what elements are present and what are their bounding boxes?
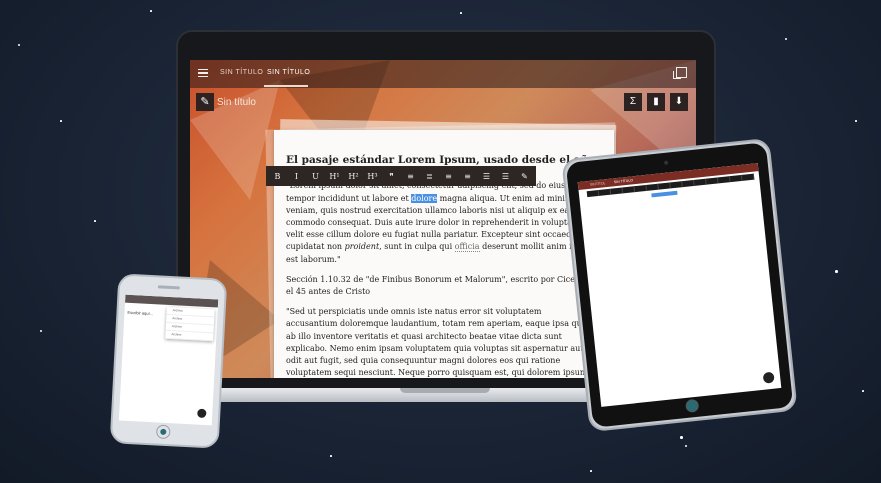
document-title[interactable]: Sin título [217,97,256,108]
tablet-selected-text [651,190,678,198]
star [862,390,864,392]
pencil-icon[interactable]: ✎ [196,93,214,111]
phone-dropdown-menu: Archivo Archivo Archivo Archivo [165,306,215,342]
phone-speaker [157,285,180,290]
tablet-camera [663,160,669,165]
justify-button[interactable]: ≡ [458,172,477,181]
star [330,455,332,457]
phone-editor-placeholder[interactable]: Escribir aquí... [127,310,153,316]
star [785,38,787,40]
tablet-tab-1[interactable]: SINTÍTUL [590,181,606,187]
align-left-button[interactable]: ≡ [401,172,420,181]
selected-text: dolore [411,193,438,203]
heading1-button[interactable]: H¹ [325,172,344,181]
tablet-fab-button[interactable] [762,371,775,384]
heading2-button[interactable]: H² [344,172,363,181]
heading3-button[interactable]: H³ [363,172,382,181]
tablet-tab-2[interactable]: SIN TÍTULO [614,178,634,184]
star [94,220,96,222]
format-toolbar: B I U H¹ H² H³ ❞ ≡ ≣ ≡ ≡ ☰ ☰ ✎ [266,166,536,186]
star [680,436,683,439]
star [40,330,42,332]
tablet-screen: SINTÍTUL SIN TÍTULO [577,163,782,407]
star [460,12,462,14]
download-icon[interactable]: ⬇ [670,93,688,111]
star [590,470,592,472]
star [855,120,857,122]
bullet-list-button[interactable]: ☰ [477,172,496,181]
tab-sin-titulo-2[interactable]: SIN TÍTULO [267,69,310,76]
star [150,10,152,12]
quote-button[interactable]: ❞ [382,172,401,181]
trash-icon[interactable]: ▮ [647,93,665,111]
align-right-button[interactable]: ≡ [439,172,458,181]
menu-icon[interactable] [198,69,208,78]
top-app-bar: SIN TÍTULO SIN TÍTULO [190,60,696,88]
tablet-home-button[interactable] [685,398,700,413]
paragraph: "Sed ut perspiciatis unde omnis iste nat… [286,307,592,378]
tab-sin-titulo-1[interactable]: SIN TÍTULO [220,69,263,76]
document-title-bar: ✎ Sin título Σ ▮ ⬇ [190,90,696,114]
tablet-device: SINTÍTUL SIN TÍTULO [561,137,798,433]
active-tab-indicator [264,85,308,87]
align-center-button[interactable]: ≣ [420,172,439,181]
edit-button[interactable]: ✎ [515,172,534,181]
star [18,44,20,46]
phone-fab-button[interactable] [197,408,207,419]
sigma-icon[interactable]: Σ [624,93,642,111]
star [835,270,838,273]
star [685,445,687,447]
numbered-list-button[interactable]: ☰ [496,172,515,181]
tablet-bezel: SINTÍTUL SIN TÍTULO [565,142,794,428]
italic-button[interactable]: I [287,172,306,181]
copy-icon[interactable] [673,67,687,79]
phone-menu-item[interactable]: Archivo [165,330,214,342]
phone-home-button[interactable] [155,424,171,440]
phone-app-bar [124,294,219,308]
laptop-notch [400,388,490,393]
star [60,120,62,122]
underline-button[interactable]: U [306,172,325,181]
bold-button[interactable]: B [268,172,287,181]
spellcheck-word: officia [454,242,480,253]
phone-device: Escribir aquí... Archivo Archivo Archivo… [109,273,228,449]
paragraph: Sección 1.10.32 de "de Finibus Bonorum e… [286,274,602,297]
phone-screen: Escribir aquí... Archivo Archivo Archivo… [118,294,219,426]
